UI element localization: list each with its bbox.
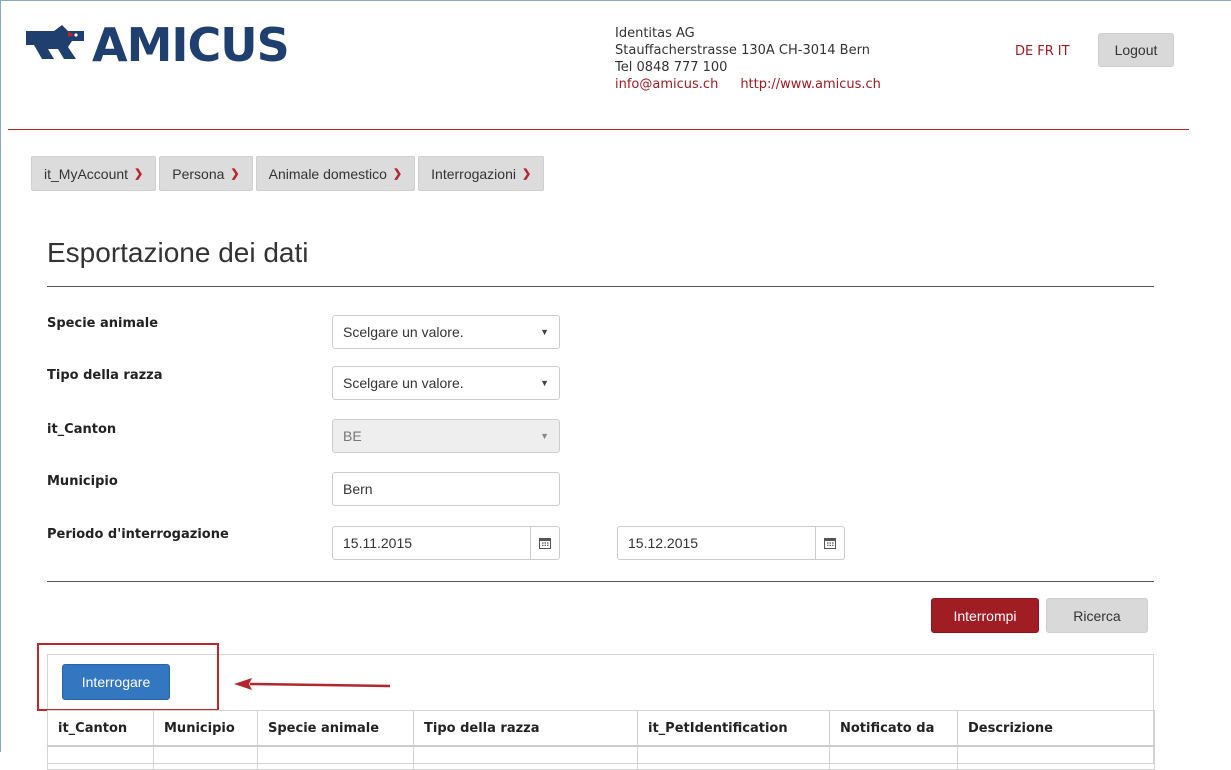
municipality-input[interactable]: Bern: [332, 472, 560, 506]
page-title: Esportazione dei dati: [47, 237, 309, 268]
breed-type-label: Tipo della razza: [47, 368, 163, 383]
annotation-arrow-icon: [234, 678, 391, 690]
calendar-icon[interactable]: [530, 527, 559, 559]
nav-label: it_MyAccount: [44, 165, 129, 182]
language-it[interactable]: IT: [1058, 44, 1070, 59]
search-button[interactable]: Ricerca: [1046, 598, 1148, 633]
table-cell: [153, 745, 258, 770]
amicus-logo[interactable]: AMICUS: [24, 18, 290, 72]
table-header-row: it_Canton Municipio Specie animale Tipo …: [47, 710, 1155, 747]
main-nav: it_MyAccount ❯ Persona ❯ Animale domestico…: [31, 156, 545, 191]
nav-label: Persona: [172, 165, 225, 182]
table-cell: [257, 745, 414, 770]
stop-button[interactable]: Interrompi: [931, 598, 1039, 633]
annotation-highlight-box: [37, 643, 219, 711]
column-header-breed-type[interactable]: Tipo della razza: [413, 710, 638, 747]
table-cell: [829, 745, 958, 770]
logout-button[interactable]: Logout: [1098, 33, 1174, 67]
species-value: Scelgare un valore.: [343, 324, 464, 340]
dropdown-caret-icon: ▼: [540, 431, 549, 441]
window-border-top: [0, 0, 1231, 1]
table-row: [47, 745, 1155, 770]
column-header-pet-identification[interactable]: it_PetIdentification: [637, 710, 830, 747]
breed-type-select[interactable]: Scelgare un valore. ▼: [332, 366, 560, 400]
language-de[interactable]: DE: [1015, 44, 1033, 59]
canton-select: BE ▼: [332, 419, 560, 453]
website-link[interactable]: http://www.amicus.ch: [740, 77, 881, 92]
language-fr[interactable]: FR: [1037, 44, 1054, 59]
nav-label: Interrogazioni: [431, 165, 516, 182]
form-divider: [47, 581, 1154, 582]
window-border-left: [0, 0, 1, 752]
header-divider: [8, 129, 1189, 130]
nav-animale-domestico[interactable]: Animale domestico ❯: [255, 156, 416, 191]
date-to-value: 15.12.2015: [628, 535, 699, 551]
results-table: it_Canton Municipio Specie animale Tipo …: [47, 710, 1155, 770]
email-link[interactable]: info@amicus.ch: [615, 77, 718, 92]
date-from-input[interactable]: 15.11.2015: [332, 526, 560, 560]
table-cell: [413, 745, 638, 770]
species-select[interactable]: Scelgare un valore. ▼: [332, 315, 560, 349]
dog-logo-icon: [26, 25, 84, 59]
chevron-down-icon: ❯: [392, 168, 403, 180]
chevron-down-icon: ❯: [134, 168, 144, 180]
column-header-municipio[interactable]: Municipio: [153, 710, 258, 747]
date-to-input[interactable]: 15.12.2015: [617, 526, 845, 560]
table-cell: [957, 745, 1155, 770]
title-divider: [47, 286, 1154, 287]
nav-persona[interactable]: Persona ❯: [159, 156, 253, 191]
nav-label: Animale domestico: [268, 165, 387, 182]
municipality-value: Bern: [343, 481, 373, 497]
table-cell: [47, 745, 154, 770]
period-label: Periodo d'interrogazione: [47, 527, 229, 542]
dropdown-caret-icon: ▼: [540, 378, 549, 388]
breed-type-value: Scelgare un valore.: [343, 375, 464, 391]
chevron-down-icon: ❯: [521, 168, 532, 180]
company-phone: Tel 0848 777 100: [615, 60, 728, 75]
canton-value: BE: [343, 428, 362, 444]
chevron-down-icon: ❯: [230, 168, 240, 180]
column-header-notified-by[interactable]: Notificato da: [829, 710, 958, 747]
calendar-icon[interactable]: [815, 527, 844, 559]
column-header-species[interactable]: Specie animale: [257, 710, 414, 747]
column-header-canton[interactable]: it_Canton: [47, 710, 154, 747]
municipality-label: Municipio: [47, 474, 118, 489]
nav-interrogazioni[interactable]: Interrogazioni ❯: [418, 156, 545, 191]
company-info: Identitas AG Stauffacherstrasse 130A CH-…: [615, 25, 881, 93]
nav-my-account[interactable]: it_MyAccount ❯: [31, 156, 157, 191]
brand-name: AMICUS: [92, 18, 290, 72]
company-address: Stauffacherstrasse 130A CH-3014 Bern: [615, 43, 870, 58]
column-header-description[interactable]: Descrizione: [957, 710, 1155, 747]
canton-label: it_Canton: [47, 422, 117, 437]
date-from-value: 15.11.2015: [343, 535, 413, 551]
language-switcher: DE FR IT: [1015, 44, 1074, 59]
dropdown-caret-icon: ▼: [540, 327, 549, 337]
species-label: Specie animale: [47, 316, 159, 331]
company-name: Identitas AG: [615, 26, 695, 41]
table-cell: [637, 745, 830, 770]
